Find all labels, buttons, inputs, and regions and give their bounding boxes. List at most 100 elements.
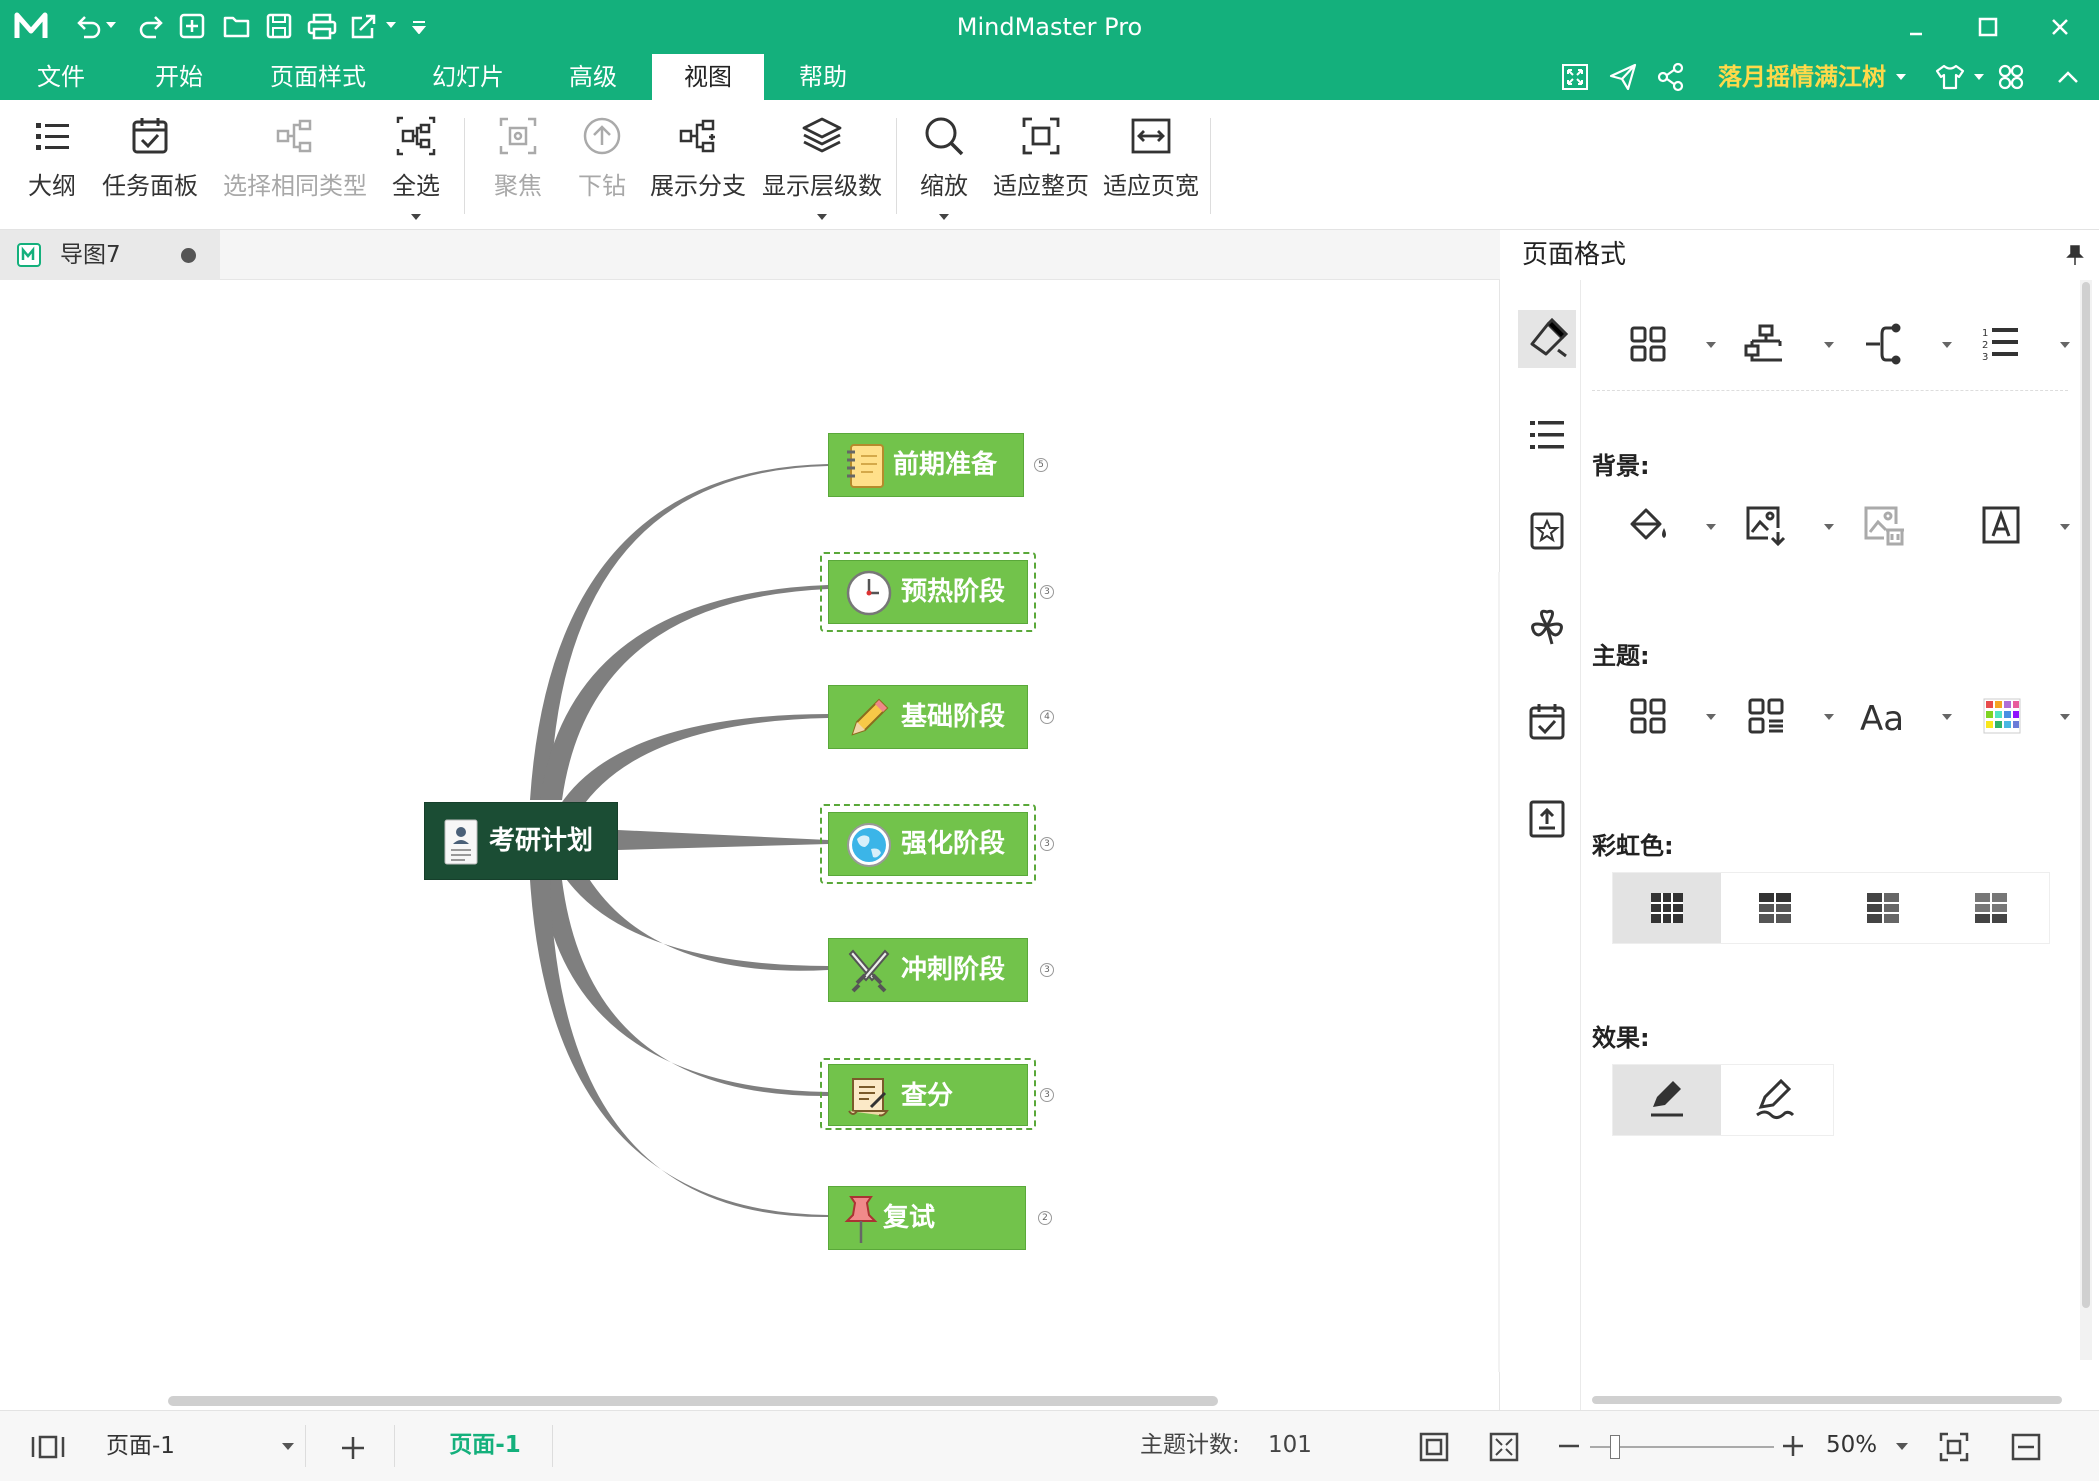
mindmap-canvas[interactable]: 考研计划 前期准备 5 预热阶段 3 基础阶段 4 强化阶段 3 冲刺阶段 3 … (0, 280, 1512, 1410)
root-topic[interactable]: 考研计划 (424, 802, 618, 880)
show-levels-button[interactable]: 显示层级数 (758, 114, 886, 224)
background-image-dropdown-icon[interactable] (1824, 524, 1834, 530)
topic-node[interactable]: 查分 (828, 1064, 1028, 1126)
background-image-button[interactable] (1738, 496, 1834, 556)
zoom-level[interactable]: 50% (1826, 1411, 1877, 1479)
connector-dropdown-icon[interactable] (1942, 342, 1952, 348)
zoom-button[interactable]: 缩放 (908, 114, 980, 224)
menu-start[interactable]: 开始 (138, 54, 220, 100)
collapse-toggle[interactable]: 3 (1040, 1088, 1054, 1102)
connector-style-button[interactable] (1856, 314, 1952, 374)
topic-node[interactable]: 预热阶段 (828, 560, 1028, 624)
menu-help[interactable]: 帮助 (782, 54, 864, 100)
topic-node[interactable]: 复试 (828, 1186, 1026, 1250)
structure-dropdown-icon[interactable] (1824, 342, 1834, 348)
show-levels-dropdown-icon[interactable] (817, 214, 827, 220)
drill-down-button[interactable]: 下钻 (566, 114, 638, 224)
topic-node[interactable]: 前期准备 (828, 433, 1024, 497)
minimize-icon[interactable] (1902, 14, 1930, 42)
expand-branch-button[interactable]: 展示分支 (648, 114, 748, 224)
color-scheme-button[interactable] (1974, 686, 2070, 746)
zoom-in-icon[interactable] (1780, 1433, 1806, 1459)
structure-button[interactable] (1738, 314, 1834, 374)
theme-style-dropdown-icon[interactable] (1824, 714, 1834, 720)
numbering-button[interactable]: 123 (1974, 314, 2070, 374)
layout-dropdown-icon[interactable] (1706, 342, 1716, 348)
menu-slides[interactable]: 幻灯片 (416, 54, 520, 100)
rainbow-option-4[interactable] (1937, 873, 2045, 943)
collapse-toggle[interactable]: 5 (1034, 458, 1048, 472)
side-tab-clipart[interactable] (1518, 598, 1576, 656)
rainbow-option-3[interactable] (1829, 873, 1937, 943)
rainbow-option-1[interactable] (1613, 873, 1721, 943)
watermark-dropdown-icon[interactable] (2060, 524, 2070, 530)
fit-window-icon[interactable] (1938, 1431, 1970, 1463)
unsaved-dot-icon[interactable] (181, 248, 196, 263)
effect-option-normal[interactable] (1613, 1065, 1721, 1135)
zoom-out-icon[interactable] (1556, 1433, 1582, 1459)
numbering-dropdown-icon[interactable] (2060, 342, 2070, 348)
panel-horizontal-scrollbar[interactable] (1592, 1396, 2062, 1404)
collapse-toggle[interactable]: 2 (1038, 1211, 1052, 1225)
remove-background-button[interactable] (1856, 496, 1952, 556)
topic-node[interactable]: 冲刺阶段 (828, 938, 1028, 1002)
collapse-toggle[interactable]: 4 (1040, 710, 1054, 724)
task-panel-button[interactable]: 任务面板 (98, 114, 202, 224)
theme-dropdown-icon[interactable] (1706, 714, 1716, 720)
page-list-icon[interactable] (30, 1433, 66, 1461)
select-all-dropdown-icon[interactable] (411, 214, 421, 220)
user-dropdown-icon[interactable] (1896, 74, 1906, 82)
maximize-icon[interactable] (1974, 13, 2002, 41)
select-same-type-button[interactable]: 选择相同类型 (220, 114, 370, 224)
outline-button[interactable]: 大纲 (16, 114, 88, 224)
panel-scrollbar-thumb[interactable] (2082, 282, 2090, 1308)
page-tab-active[interactable]: 页面-1 (420, 1411, 550, 1479)
share-icon[interactable] (1656, 62, 1686, 92)
add-page-icon[interactable] (338, 1433, 368, 1463)
user-name[interactable]: 落月摇情满江树 (1718, 54, 1886, 100)
zoom-slider-thumb[interactable] (1610, 1435, 1620, 1459)
page-select[interactable]: 页面-1 (96, 1425, 306, 1467)
collapse-toggle[interactable]: 3 (1040, 585, 1054, 599)
skin-shirt-icon[interactable] (1934, 62, 1966, 92)
side-tab-icons[interactable] (1518, 502, 1576, 560)
side-tab-export[interactable] (1518, 790, 1576, 848)
document-tab[interactable]: 导图7 (0, 230, 220, 280)
font-button[interactable]: Aa (1856, 686, 1952, 746)
fullscreen-icon[interactable] (1560, 62, 1590, 92)
fill-color-button[interactable] (1620, 496, 1716, 556)
topic-node[interactable]: 强化阶段 (828, 812, 1028, 876)
fullscreen-icon[interactable] (1488, 1431, 1520, 1463)
font-dropdown-icon[interactable] (1942, 714, 1952, 720)
menu-view[interactable]: 视图 (652, 54, 764, 100)
select-all-button[interactable]: 全选 (380, 114, 452, 224)
color-scheme-dropdown-icon[interactable] (2060, 714, 2070, 720)
fit-page-icon[interactable] (1418, 1431, 1450, 1463)
collapse-ribbon-icon[interactable] (2054, 64, 2082, 90)
collapse-toggle[interactable]: 3 (1040, 963, 1054, 977)
side-tab-outline[interactable] (1518, 406, 1576, 464)
effect-option-handdrawn[interactable] (1721, 1065, 1829, 1135)
rainbow-option-2[interactable] (1721, 873, 1829, 943)
skin-dropdown-icon[interactable] (1974, 74, 1984, 82)
menu-advanced[interactable]: 高级 (552, 54, 634, 100)
watermark-button[interactable] (1974, 496, 2070, 556)
topic-node[interactable]: 基础阶段 (828, 685, 1028, 749)
fit-page-button[interactable]: 适应整页 (990, 114, 1092, 224)
apps-grid-icon[interactable] (1996, 62, 2026, 92)
menu-page-style[interactable]: 页面样式 (254, 54, 382, 100)
zoom-dropdown-icon[interactable] (939, 214, 949, 220)
collapse-toggle[interactable]: 3 (1040, 837, 1054, 851)
theme-button[interactable] (1620, 686, 1716, 746)
side-tab-tasks[interactable] (1518, 694, 1576, 752)
layout-button[interactable] (1620, 314, 1716, 374)
menu-file[interactable]: 文件 (20, 54, 102, 100)
send-icon[interactable] (1608, 62, 1638, 92)
focus-button[interactable]: 聚焦 (482, 114, 554, 224)
fit-width-icon[interactable] (2010, 1431, 2042, 1463)
theme-style-button[interactable] (1738, 686, 1834, 746)
side-tab-page-format[interactable] (1518, 310, 1576, 368)
pin-panel-icon[interactable] (2064, 244, 2086, 266)
horizontal-scrollbar-thumb[interactable] (168, 1396, 1218, 1406)
zoom-dropdown-icon[interactable] (1896, 1443, 1908, 1451)
